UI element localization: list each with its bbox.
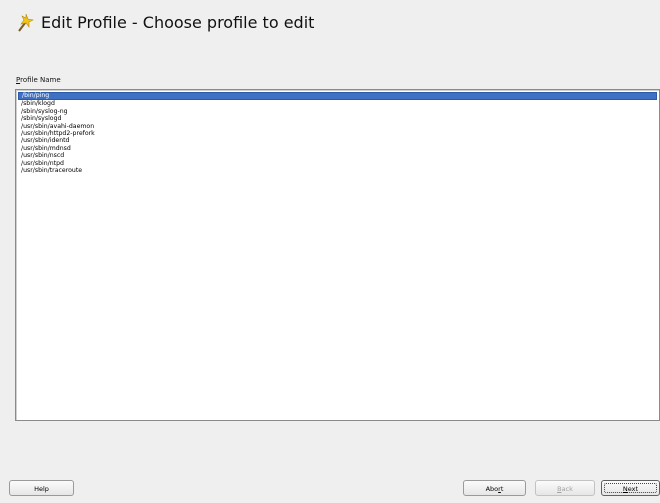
list-item[interactable]: /usr/sbin/identd: [18, 137, 657, 144]
abort-button-label: Abort: [485, 485, 504, 493]
list-item[interactable]: /usr/sbin/avahi-daemon: [18, 123, 657, 130]
list-item[interactable]: /usr/sbin/traceroute: [18, 167, 657, 174]
list-item[interactable]: /sbin/syslog-ng: [18, 108, 657, 115]
next-button[interactable]: Next: [601, 480, 660, 496]
profile-list[interactable]: /bin/ping/sbin/klogd/sbin/syslog-ng/sbin…: [15, 89, 660, 421]
list-item[interactable]: /sbin/syslogd: [18, 115, 657, 122]
next-button-label: Next: [622, 485, 639, 493]
list-item[interactable]: /usr/sbin/nscd: [18, 152, 657, 159]
help-button-label: Help: [34, 485, 49, 493]
list-item[interactable]: /usr/sbin/ntpd: [18, 160, 657, 167]
page-title: Edit Profile - Choose profile to edit: [41, 12, 315, 32]
back-button-label: Back: [557, 485, 573, 493]
list-item[interactable]: /sbin/klogd: [18, 100, 657, 107]
list-item[interactable]: /bin/ping: [18, 92, 657, 101]
wand-icon: [18, 13, 34, 32]
abort-button[interactable]: Abort: [463, 480, 526, 496]
profile-list-label: Profile Name: [16, 76, 61, 84]
back-button: Back: [535, 480, 595, 496]
list-item[interactable]: /usr/sbin/httpd2-prefork: [18, 130, 657, 137]
profile-list-label-text: Profile Name: [16, 76, 61, 84]
list-item[interactable]: /usr/sbin/mdnsd: [18, 145, 657, 152]
page-header: Edit Profile - Choose profile to edit: [17, 12, 314, 32]
help-button[interactable]: Help: [9, 480, 74, 496]
